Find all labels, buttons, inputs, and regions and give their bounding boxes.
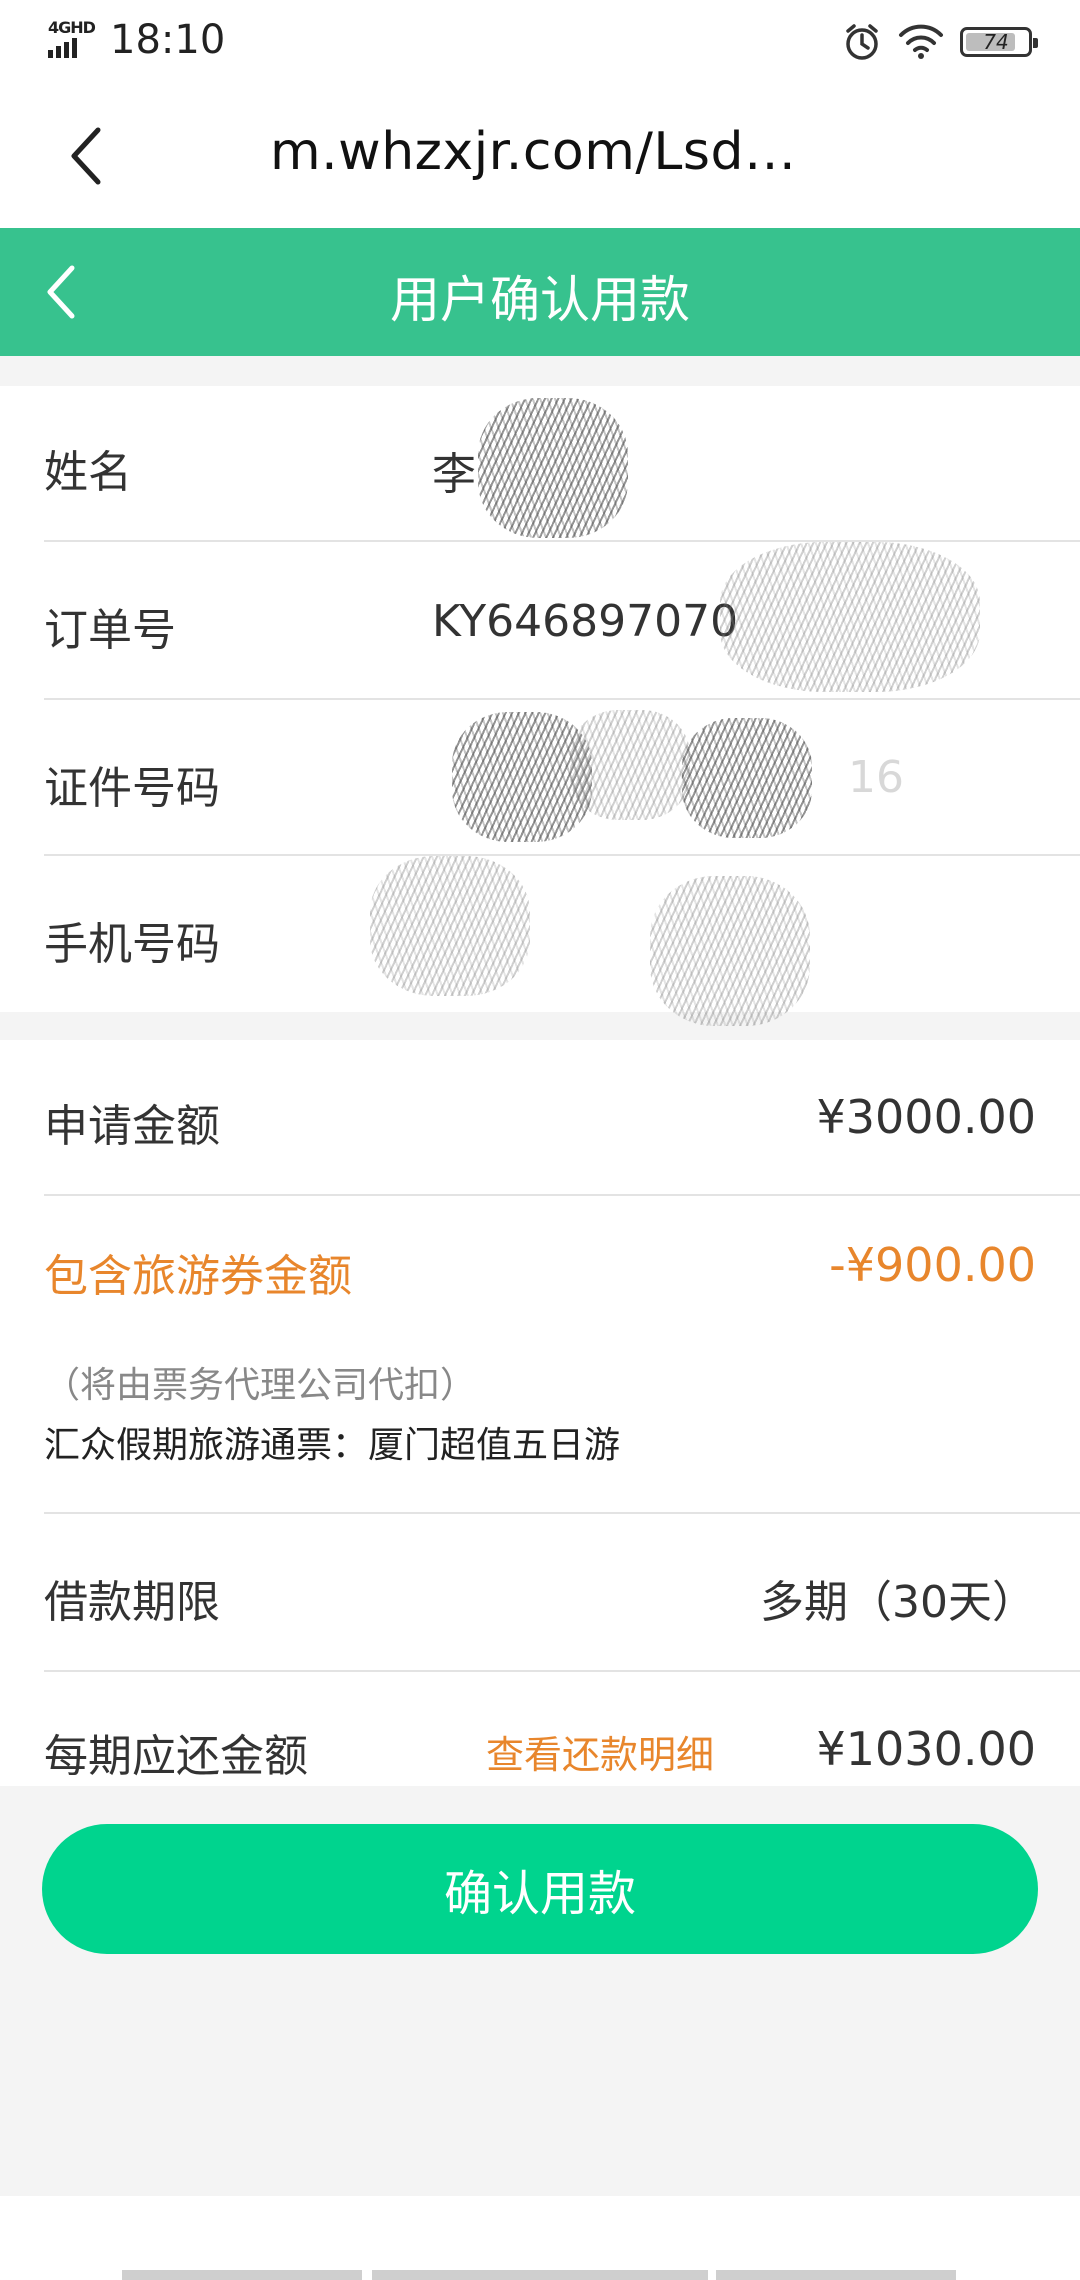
apply-amount-row: 申请金额 ¥3000.00 xyxy=(0,1040,1080,1196)
battery-level: 74 xyxy=(983,30,1009,54)
status-bar: 4GHD 18:10 74 xyxy=(0,0,1080,82)
name-value: 李 xyxy=(432,449,476,500)
redaction-scribble xyxy=(570,710,690,820)
name-label: 姓名 xyxy=(44,447,132,498)
phone-row: 手机号码 xyxy=(0,856,1080,1026)
term-label: 借款期限 xyxy=(44,1577,220,1628)
page-header: 用户确认用款 xyxy=(0,228,1080,356)
redaction-scribble xyxy=(370,856,530,996)
network-type: 4GHD xyxy=(48,18,96,37)
id-label: 证件号码 xyxy=(44,763,220,814)
voucher-product: 汇众假期旅游通票：厦门超值五日游 xyxy=(44,1425,621,1466)
page-title: 用户确认用款 xyxy=(390,271,690,329)
apply-amount-value: ¥3000.00 xyxy=(816,1090,1037,1144)
voucher-note: （将由票务代理公司代扣） xyxy=(44,1365,477,1406)
tab-indicator xyxy=(122,2270,362,2280)
name-row: 姓名 李 xyxy=(0,386,1080,542)
tab-indicator xyxy=(372,2270,708,2280)
per-period-label: 每期应还金额 xyxy=(44,1731,308,1782)
per-period-row: 每期应还金额 查看还款明细 ¥1030.00 xyxy=(0,1672,1080,1828)
repayment-details-link[interactable]: 查看还款明细 xyxy=(486,1724,714,1779)
apply-amount-label: 申请金额 xyxy=(44,1101,220,1152)
confirm-button[interactable]: 确认用款 xyxy=(42,1824,1038,1954)
voucher-row: 包含旅游券金额 -¥900.00 （将由票务代理公司代扣） 汇众假期旅游通票：厦… xyxy=(0,1196,1080,1514)
page: 4GHD 18:10 74 m.whzxjr.com/Lsd… 用户确认用款 姓… xyxy=(0,0,1080,2280)
user-info-card: 姓名 李 订单号 KY646897070 证件号码 16 手机号码 xyxy=(0,386,1080,1026)
per-period-amount: ¥1030.00 xyxy=(816,1722,1037,1776)
order-label: 订单号 xyxy=(44,605,176,656)
bottom-bar xyxy=(0,2196,1080,2280)
voucher-label: 包含旅游券金额 xyxy=(44,1251,352,1302)
term-row: 借款期限 多期（30天） xyxy=(0,1514,1080,1672)
signal-icon: 4GHD xyxy=(46,18,102,62)
alarm-icon xyxy=(846,24,878,60)
id-row: 证件号码 16 xyxy=(0,700,1080,856)
order-row: 订单号 KY646897070 xyxy=(0,542,1080,700)
status-time: 18:10 xyxy=(110,17,226,63)
page-url[interactable]: m.whzxjr.com/Lsd… xyxy=(270,122,796,182)
tab-indicator xyxy=(716,2270,956,2280)
browser-back-icon[interactable] xyxy=(62,124,112,188)
wifi-icon xyxy=(899,24,943,59)
redaction-scribble xyxy=(720,542,980,692)
term-value: 多期（30天） xyxy=(760,1577,1036,1628)
id-value: 16 xyxy=(848,752,904,803)
order-value: KY646897070 xyxy=(432,596,739,647)
phone-label: 手机号码 xyxy=(44,919,220,970)
loan-info-card: 申请金额 ¥3000.00 包含旅游券金额 -¥900.00 （将由票务代理公司… xyxy=(0,1040,1080,1786)
redaction-scribble xyxy=(650,876,810,1026)
browser-bar: m.whzxjr.com/Lsd… xyxy=(0,82,1080,228)
redaction-scribble xyxy=(682,718,812,838)
redaction-scribble xyxy=(478,398,628,538)
battery-icon: 74 xyxy=(960,27,1038,57)
voucher-amount: -¥900.00 xyxy=(829,1238,1036,1292)
